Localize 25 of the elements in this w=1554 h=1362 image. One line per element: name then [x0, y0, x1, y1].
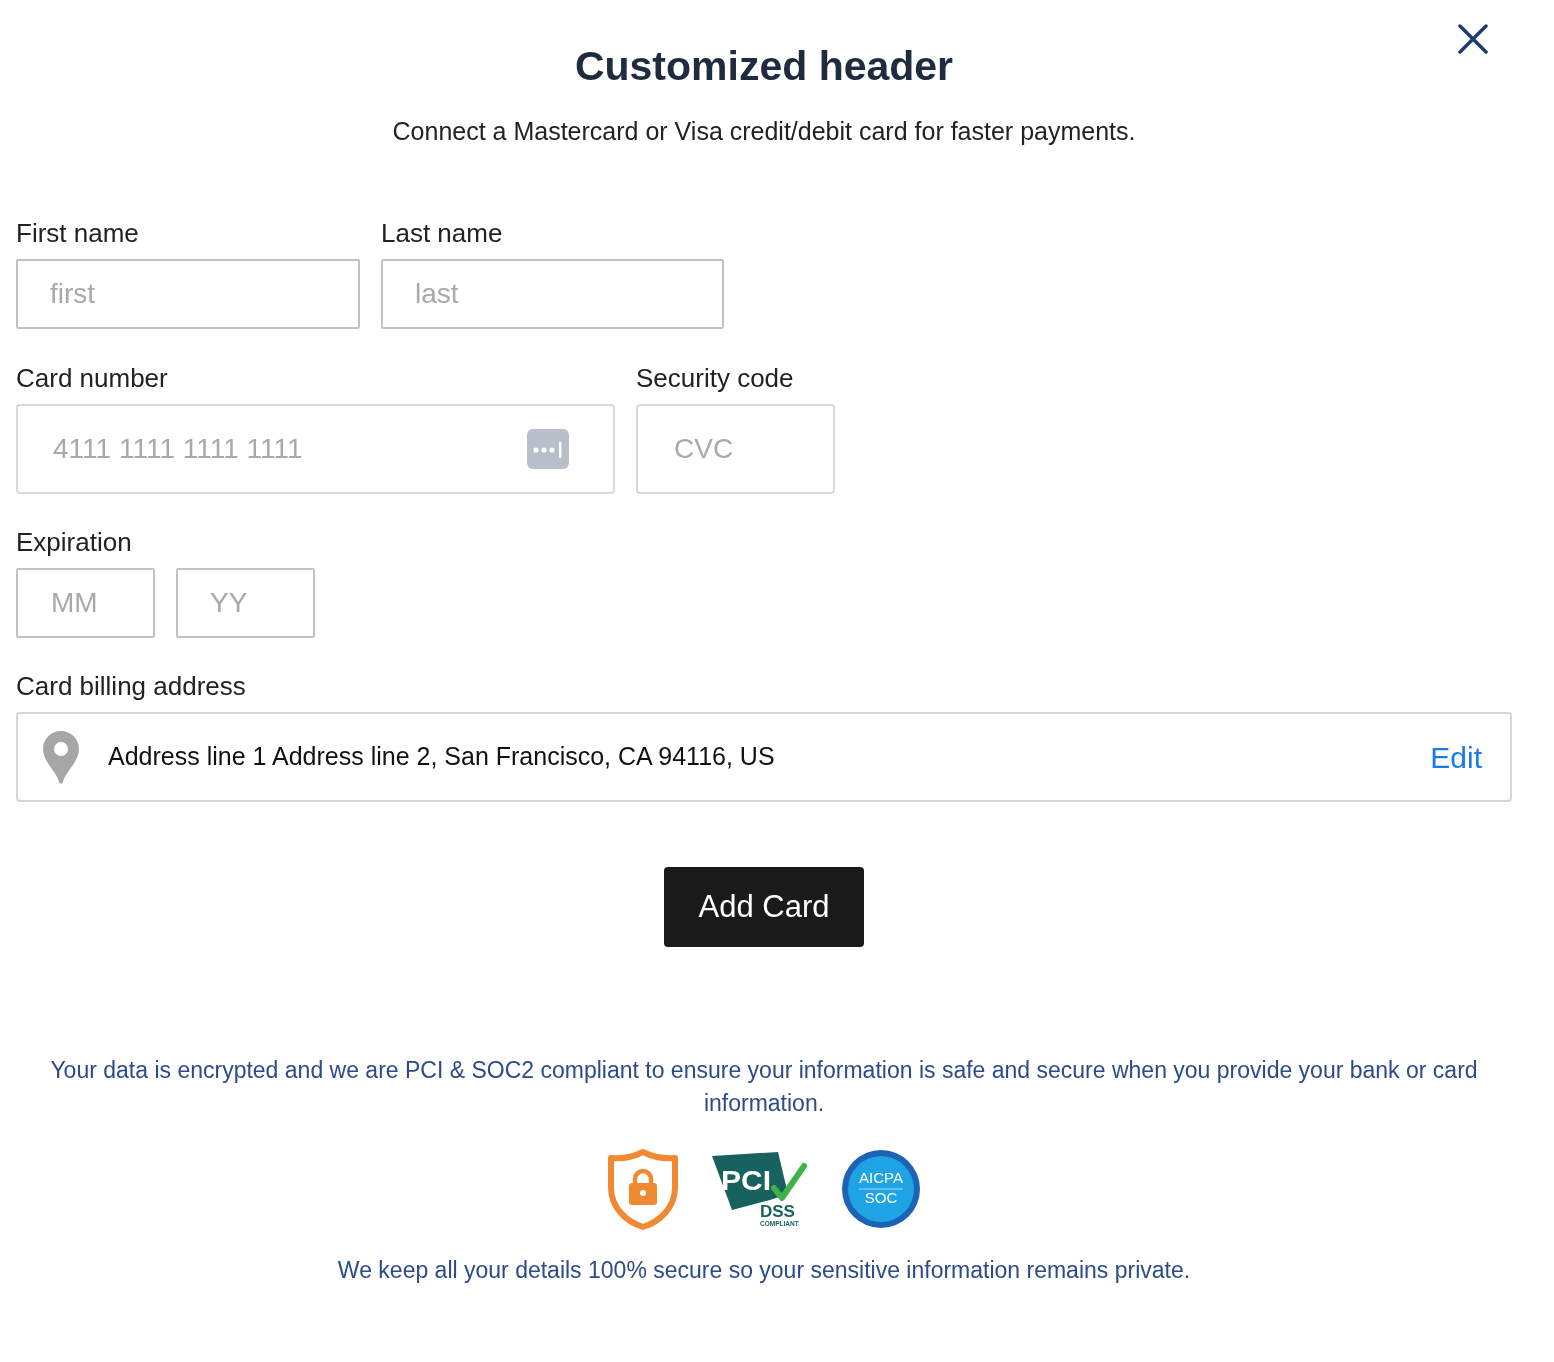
dialog-subtitle: Connect a Mastercard or Visa credit/debit card for faster payments.: [392, 116, 1136, 146]
location-pin-icon: [42, 730, 80, 784]
aicpa-soc-logo: AICPA SOC: [841, 1148, 921, 1229]
shield-lock-icon: [607, 1147, 679, 1230]
last-name-input[interactable]: last: [381, 259, 724, 329]
card-number-input[interactable]: 4111 1111 1111 1111: [16, 404, 615, 494]
first-name-input[interactable]: first: [16, 259, 360, 329]
expiry-month-input[interactable]: MM: [16, 568, 155, 638]
field-label: Last name: [381, 218, 503, 248]
field-label: First name: [16, 218, 139, 248]
billing-address-text: Address line 1 Address line 2, San Francisco, CA 94116, US: [108, 741, 775, 773]
add-card-button[interactable]: Add Card: [664, 867, 864, 947]
privacy-note: We keep all your details 100% secure so your sensitive information remains private.: [337, 1256, 1191, 1285]
security-code-input[interactable]: CVC: [636, 404, 835, 494]
security-note: Your data is encrypted and we are PCI & SOC2 compliant to ensure your information is safe and secure when you provide your bank or card information.: [49, 1056, 1479, 1118]
field-label: Security code: [636, 363, 794, 393]
field-label: Expiration: [16, 527, 132, 557]
expiry-year-input[interactable]: YY: [176, 568, 315, 638]
edit-link[interactable]: Edit: [1430, 734, 1482, 780]
dialog-title: Customized header: [574, 42, 954, 91]
close-icon: [1458, 24, 1488, 54]
field-label: Card number: [16, 363, 168, 393]
field-label: Card billing address: [16, 671, 246, 701]
card-dots-icon: [527, 429, 569, 469]
close-button[interactable]: [1456, 22, 1490, 56]
